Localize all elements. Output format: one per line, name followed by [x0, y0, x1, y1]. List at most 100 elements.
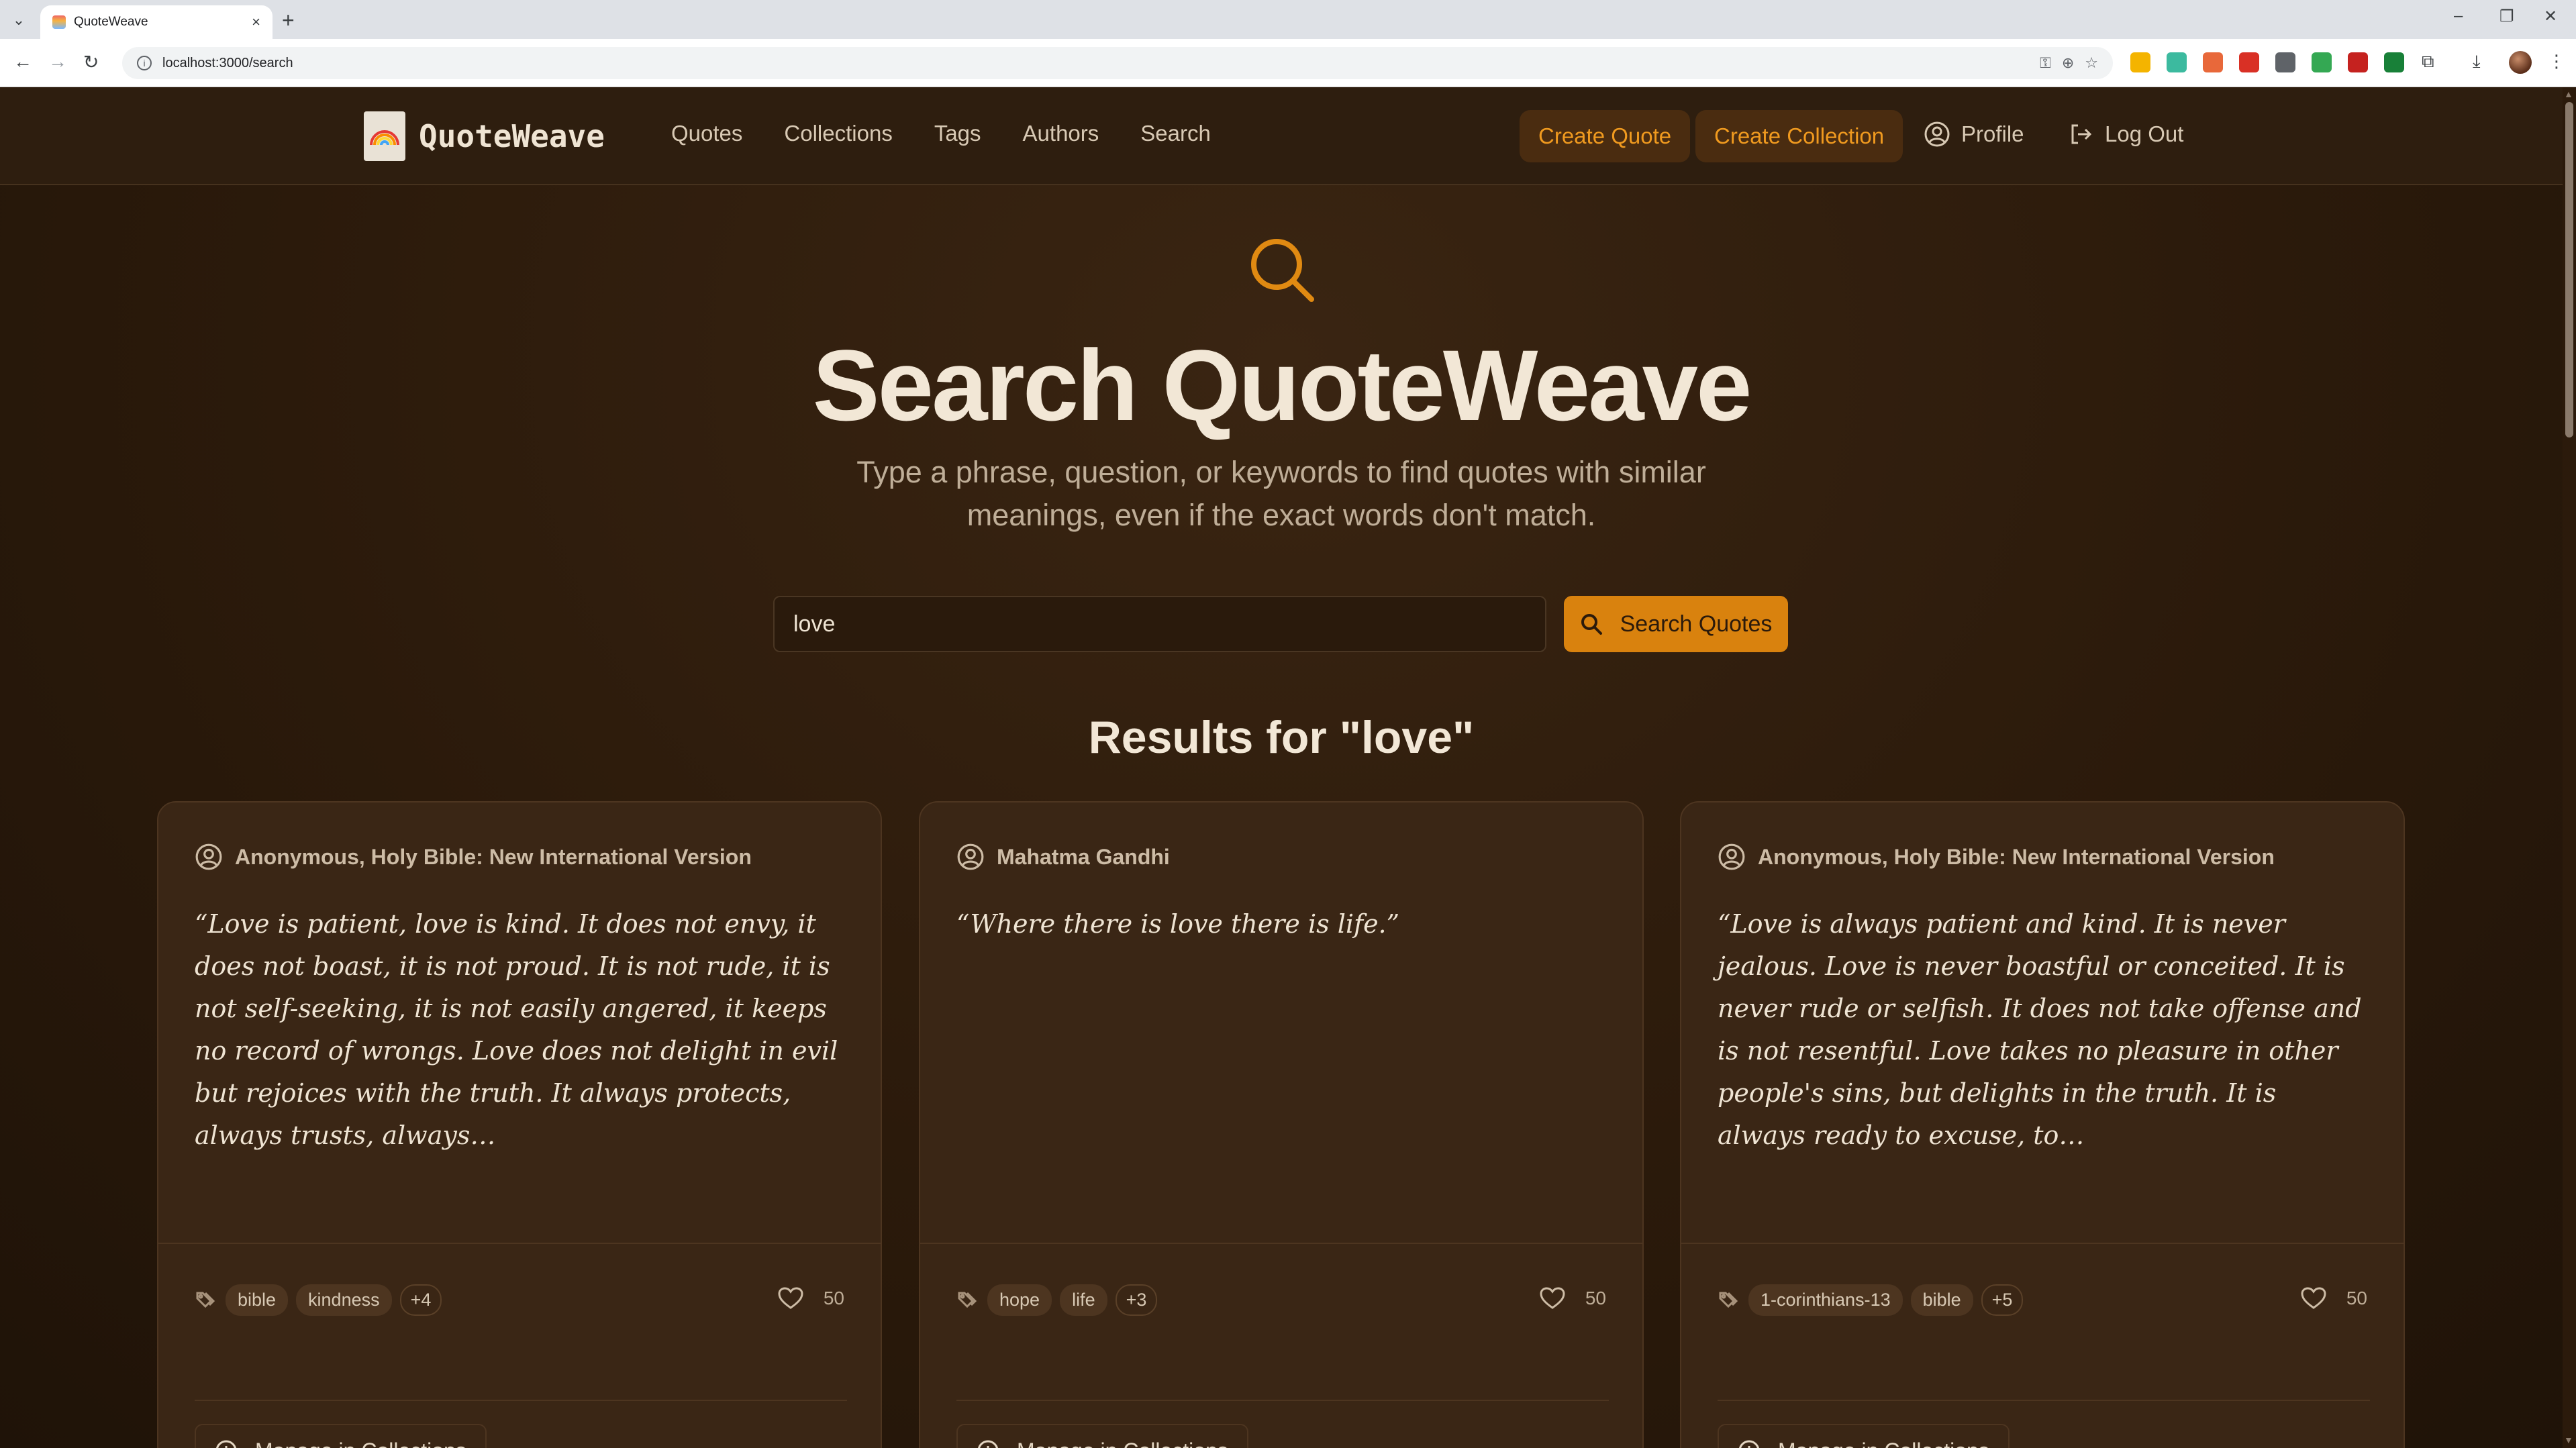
quote-text[interactable]: “Where there is love there is life.” — [956, 903, 1601, 945]
new-tab-icon[interactable]: + — [282, 8, 295, 33]
quote-text[interactable]: “Love is always patient and kind. It is … — [1718, 903, 2362, 1157]
card-divider — [956, 1400, 1609, 1401]
manage-collections-button[interactable]: Manage in Collections — [1718, 1424, 2010, 1448]
quote-author[interactable]: Mahatma Gandhi — [956, 843, 1170, 871]
page-title: Search QuoteWeave — [812, 329, 1752, 442]
logout-icon — [2067, 121, 2094, 148]
logout-link[interactable]: Log Out — [2067, 121, 2183, 148]
tag-pill[interactable]: hope — [987, 1284, 1052, 1316]
search-button-label: Search Quotes — [1620, 611, 1773, 637]
profile-link[interactable]: Profile — [1924, 121, 2024, 148]
restore-icon[interactable]: ❐ — [2499, 7, 2514, 26]
heart-icon[interactable] — [778, 1287, 803, 1310]
more-tags-badge[interactable]: +3 — [1115, 1284, 1158, 1316]
tags-icon — [196, 1292, 215, 1308]
card-divider — [920, 1243, 1642, 1244]
tag-pill[interactable]: bible — [1910, 1284, 1973, 1316]
favicon-icon — [52, 15, 66, 29]
like-control[interactable]: 50 — [1540, 1287, 1606, 1310]
tag-pill[interactable]: bible — [226, 1284, 289, 1316]
tag-list: 1-corinthians-13 bible +5 — [1718, 1284, 2024, 1316]
brand[interactable]: QuoteWeave — [364, 111, 605, 161]
brand-name: QuoteWeave — [419, 118, 605, 154]
quote-card[interactable]: Mahatma Gandhi “Where there is love ther… — [919, 801, 1644, 1448]
search-hero-icon — [1247, 235, 1317, 308]
page-subtitle: Type a phrase, question, or keywords to … — [856, 455, 1706, 532]
like-control[interactable]: 50 — [778, 1287, 844, 1310]
page-scrollbar[interactable]: ▲ ▼ — [2563, 87, 2576, 1448]
search-quotes-button[interactable]: Search Quotes — [1564, 596, 1788, 652]
extensions-puzzle-icon[interactable]: ⧉ — [2422, 51, 2434, 72]
rainbow-logo-icon — [364, 111, 405, 161]
results-heading: Results for "love" — [1088, 712, 1475, 763]
browser-tab[interactable]: QuoteWeave × — [40, 5, 273, 39]
reload-icon[interactable]: ↻ — [83, 51, 99, 73]
browser-profile-avatar[interactable] — [2509, 51, 2532, 74]
manage-collections-button[interactable]: Manage in Collections — [195, 1424, 487, 1448]
quote-author[interactable]: Anonymous, Holy Bible: New International… — [1718, 843, 2275, 871]
extension-icon[interactable] — [2203, 52, 2223, 72]
plus-circle-icon — [978, 1440, 998, 1448]
card-divider — [195, 1400, 847, 1401]
zoom-icon[interactable]: ⊕ — [2062, 54, 2074, 72]
scroll-down-icon[interactable]: ▼ — [2564, 1435, 2573, 1445]
heart-icon[interactable] — [2301, 1287, 2326, 1310]
nav-link-tags[interactable]: Tags — [934, 121, 981, 146]
scroll-up-icon[interactable]: ▲ — [2564, 89, 2573, 99]
close-window-icon[interactable]: ✕ — [2544, 7, 2557, 26]
tags-icon — [958, 1292, 977, 1308]
nav-link-authors[interactable]: Authors — [1023, 121, 1099, 146]
create-collection-button[interactable]: Create Collection — [1695, 110, 1903, 162]
extension-icon[interactable] — [2384, 52, 2404, 72]
back-icon[interactable]: ← — [13, 51, 32, 72]
forward-icon[interactable]: → — [48, 51, 67, 72]
like-count: 50 — [2346, 1288, 2367, 1308]
like-control[interactable]: 50 — [2301, 1287, 2367, 1310]
password-key-icon[interactable]: ⚿ — [2040, 54, 2051, 72]
browser-menu-icon[interactable]: ⋮ — [2548, 51, 2565, 72]
extension-icon[interactable] — [2130, 52, 2150, 72]
download-icon[interactable]: ⤓ — [2473, 51, 2481, 72]
nav-link-search[interactable]: Search — [1140, 121, 1211, 146]
nav-link-collections[interactable]: Collections — [784, 121, 892, 146]
tag-pill[interactable]: life — [1060, 1284, 1107, 1316]
user-circle-icon — [195, 843, 222, 870]
address-bar[interactable]: i localhost:3000/search ⚿ ⊕ ☆ — [122, 47, 2113, 79]
user-circle-icon — [957, 843, 984, 870]
page: QuoteWeave Quotes Collections Tags Autho… — [0, 87, 2563, 1448]
minimize-icon[interactable]: – — [2454, 7, 2463, 25]
tag-list: bible kindness +4 — [195, 1284, 442, 1316]
search-icon — [1581, 614, 1602, 635]
plus-circle-icon — [1739, 1440, 1759, 1448]
manage-collections-button[interactable]: Manage in Collections — [956, 1424, 1248, 1448]
extension-icon[interactable] — [2239, 52, 2259, 72]
extension-icon[interactable] — [2348, 52, 2368, 72]
quote-card[interactable]: Anonymous, Holy Bible: New International… — [1680, 801, 2405, 1448]
extension-icon[interactable] — [2275, 52, 2295, 72]
tag-pill[interactable]: 1-corinthians-13 — [1748, 1284, 1903, 1316]
logout-label: Log Out — [2105, 121, 2184, 146]
more-tags-badge[interactable]: +4 — [399, 1284, 442, 1316]
extension-icon[interactable] — [2167, 52, 2187, 72]
extension-icon[interactable] — [2312, 52, 2332, 72]
create-quote-button[interactable]: Create Quote — [1520, 110, 1691, 162]
quote-author[interactable]: Anonymous, Holy Bible: New International… — [195, 843, 752, 871]
tab-search-icon[interactable]: ⌄ — [7, 8, 31, 32]
plus-circle-icon — [216, 1440, 236, 1448]
search-input[interactable] — [773, 596, 1546, 652]
heart-icon[interactable] — [1540, 1287, 1565, 1310]
card-divider — [158, 1243, 881, 1244]
manage-label: Manage in Collections — [1017, 1439, 1228, 1448]
scrollbar-thumb[interactable] — [2565, 102, 2573, 437]
author-name: Anonymous, Holy Bible: New International… — [235, 844, 752, 869]
tag-pill[interactable]: kindness — [296, 1284, 392, 1316]
nav-link-quotes[interactable]: Quotes — [671, 121, 742, 146]
site-info-icon[interactable]: i — [137, 56, 152, 70]
quote-card[interactable]: Anonymous, Holy Bible: New International… — [157, 801, 882, 1448]
bookmark-star-icon[interactable]: ☆ — [2085, 54, 2098, 72]
more-tags-badge[interactable]: +5 — [1981, 1284, 2024, 1316]
user-circle-icon — [1718, 843, 1745, 870]
close-tab-icon[interactable]: × — [252, 13, 260, 31]
quote-text[interactable]: “Love is patient, love is kind. It does … — [195, 903, 839, 1157]
tab-title: QuoteWeave — [74, 15, 148, 29]
